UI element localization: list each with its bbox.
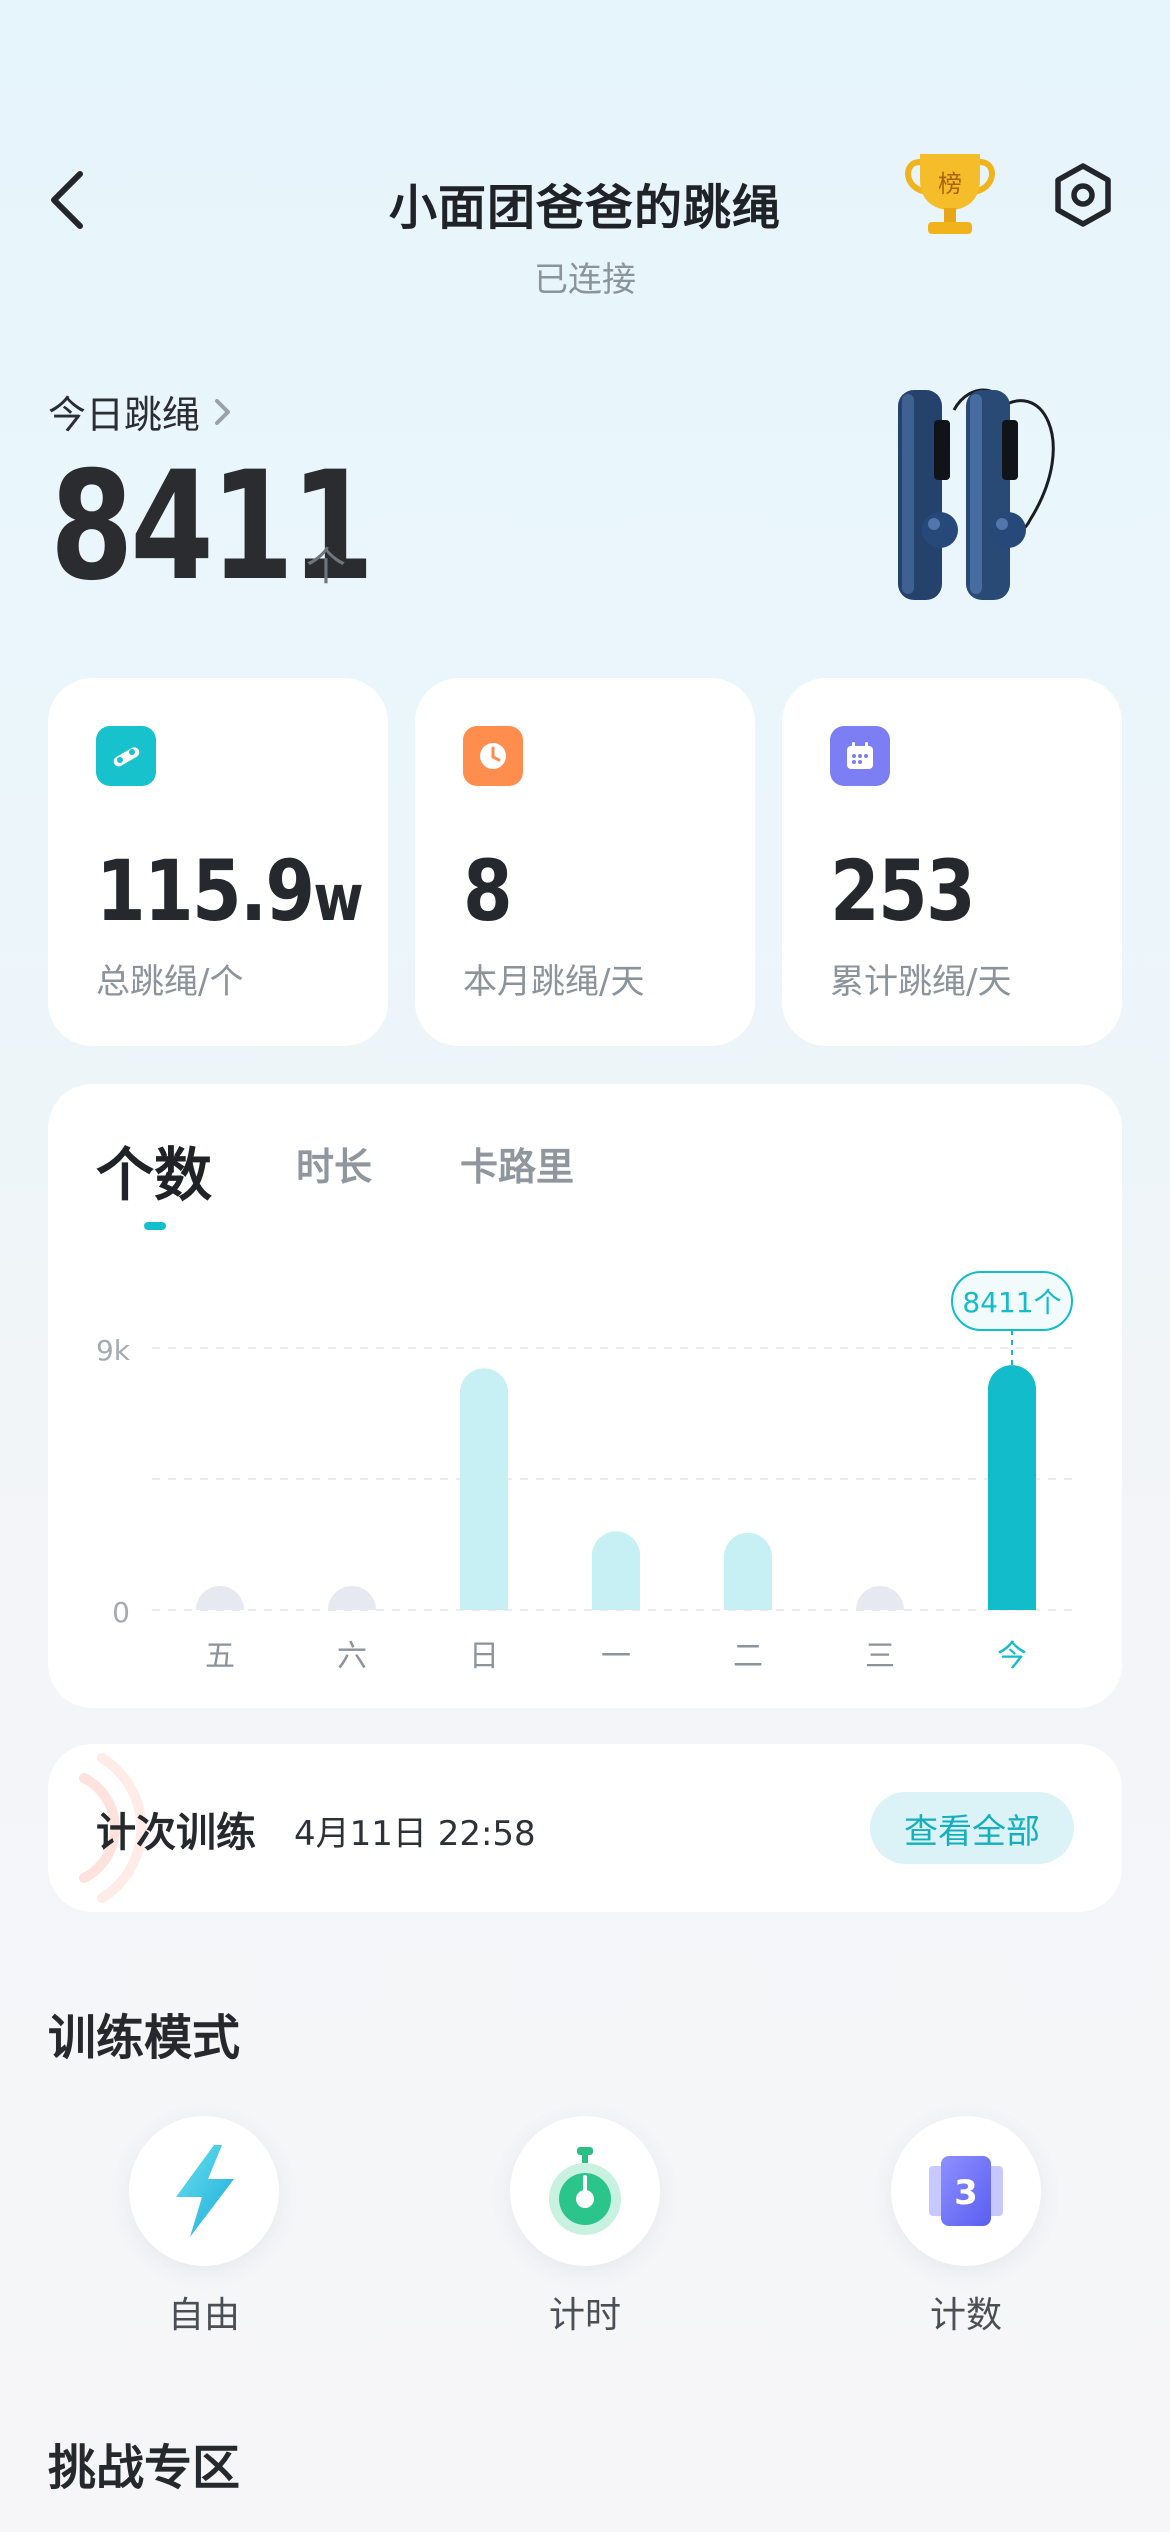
- chevron-right-icon: [215, 398, 231, 425]
- calendar-icon: [830, 726, 890, 786]
- stat-label: 本月跳绳/天: [463, 962, 645, 1002]
- record-title: 计次训练: [96, 1810, 256, 1856]
- svg-text:榜: 榜: [938, 170, 962, 198]
- mode-label: 自由: [167, 2295, 240, 2336]
- stat-value: 253: [830, 842, 976, 940]
- bar: [988, 1365, 1036, 1610]
- stat-card-accumulated: 253 累计跳绳/天: [782, 678, 1122, 1046]
- settings-button[interactable]: [1052, 162, 1114, 228]
- mode-timed[interactable]: 计时: [510, 2116, 660, 2338]
- bar-base: [724, 1586, 772, 1610]
- mode-free[interactable]: 自由: [129, 2116, 279, 2338]
- bar-empty: [856, 1586, 904, 1610]
- y-tick-label: 9k: [96, 1334, 131, 1367]
- stat-value: 8: [463, 842, 513, 940]
- x-tick-label: 今: [997, 1639, 1027, 1674]
- value-tooltip-label: 8411个: [962, 1286, 1061, 1319]
- x-tick-label: 三: [865, 1639, 895, 1674]
- challenge-zone-title: 挑战专区: [48, 2440, 241, 2496]
- x-tick-label: 五: [205, 1639, 235, 1674]
- lightning-icon: [176, 2145, 234, 2237]
- settings-icon: [1055, 163, 1111, 227]
- connection-status: 已连接: [534, 260, 636, 300]
- training-modes-title: 训练模式: [48, 2010, 241, 2066]
- today-unit: 个: [306, 544, 346, 590]
- record-time: 4月11日 22:58: [294, 1814, 536, 1854]
- counter-icon: 3: [929, 2156, 1003, 2226]
- y-tick-label: 0: [112, 1596, 130, 1629]
- trophy-icon: 榜: [905, 154, 995, 234]
- x-tick-label: 一: [601, 1639, 631, 1674]
- bar-base: [988, 1586, 1036, 1610]
- stopwatch-icon: [549, 2147, 621, 2235]
- bar-base: [592, 1586, 640, 1610]
- stat-label: 总跳绳/个: [96, 962, 244, 1002]
- stat-label: 累计跳绳/天: [830, 962, 1012, 1002]
- svg-text:3: 3: [954, 2173, 978, 2213]
- stat-value: 115.9w: [96, 842, 364, 940]
- x-tick-label: 六: [337, 1639, 367, 1674]
- bar-empty: [328, 1586, 376, 1610]
- bar-empty: [196, 1586, 244, 1610]
- bar: [460, 1368, 508, 1610]
- stat-card-month: 8 本月跳绳/天: [415, 678, 755, 1046]
- today-label: 今日跳绳: [48, 393, 201, 437]
- bar-base: [460, 1586, 508, 1610]
- chart-card: 个数 时长 卡路里 0 9k 五六日一二三今 8411个: [48, 1084, 1122, 1708]
- mode-count[interactable]: 3 计数: [891, 2116, 1041, 2338]
- view-all-button[interactable]: 查看全部: [870, 1792, 1074, 1864]
- rope-icon: [96, 726, 156, 786]
- today-jump-link[interactable]: 今日跳绳: [48, 384, 234, 439]
- training-record-card[interactable]: 计次训练 4月11日 22:58 查看全部: [48, 1744, 1122, 1912]
- jump-rope-image: [880, 380, 1080, 610]
- stat-card-total: 115.9w 总跳绳/个: [48, 678, 388, 1046]
- x-tick-label: 二: [733, 1639, 763, 1674]
- x-tick-label: 日: [469, 1639, 499, 1674]
- clock-icon: [463, 726, 523, 786]
- leaderboard-button[interactable]: 榜: [898, 150, 1002, 240]
- bar-chart: 0 9k 五 六 日 一 二 三 今 8411个: [96, 1271, 1078, 1674]
- mode-label: 计数: [929, 2295, 1002, 2336]
- mode-label: 计时: [548, 2295, 621, 2336]
